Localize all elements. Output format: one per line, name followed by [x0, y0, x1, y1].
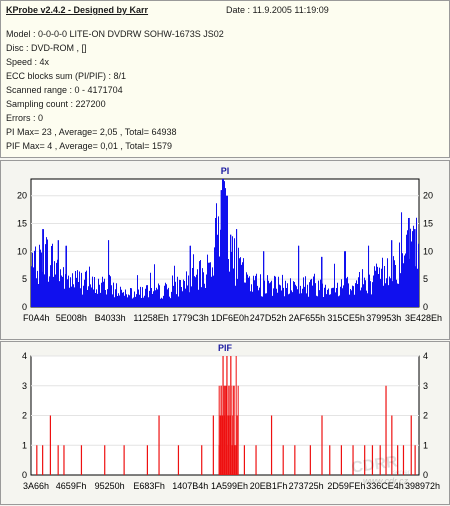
info-model: Model : 0-0-0-0 LITE-ON DVDRW SOHW-1673S… [6, 29, 224, 39]
pi-xtick-label: 11258Eh [133, 313, 168, 323]
pif-ytick-right: 1 [423, 440, 428, 450]
pi-xtick-label: 1779C3h [172, 313, 209, 323]
pif-ytick-left: 3 [22, 381, 27, 391]
info-errors: Errors : 0 [6, 113, 44, 123]
pi-ytick-left: 20 [17, 191, 27, 201]
pi-xtick-label: 379953h [366, 313, 401, 323]
pi-ytick-right: 20 [423, 191, 433, 201]
pif-chart: PIF 0 0 1 1 2 2 3 3 4 4 3A66h 4659Fh 95250h E683Fh 1407… [22, 343, 440, 491]
pif-ytick-right: 2 [423, 411, 428, 421]
pif-ytick-right: 4 [423, 351, 428, 361]
watermark-url: www.cdr.cz [363, 476, 409, 486]
pif-xtick-label: 1A599Eh [211, 481, 248, 491]
info-speed: Speed : 4x [6, 57, 50, 67]
pi-xtick-label: 247D52h [250, 313, 287, 323]
pi-ytick-left: 0 [22, 302, 27, 312]
pi-xtick-label: 5E008h [56, 313, 87, 323]
pif-xtick-label: 20EB1Fh [250, 481, 288, 491]
pi-ytick-right: 5 [423, 274, 428, 284]
pif-ytick-right: 0 [423, 470, 428, 480]
pi-ytick-left: 10 [17, 246, 27, 256]
pi-ytick-right: 15 [423, 219, 433, 229]
pi-ytick-left: 5 [22, 274, 27, 284]
pi-ytick-right: 10 [423, 246, 433, 256]
pif-xtick-label: 95250h [95, 481, 125, 491]
pif-ytick-left: 2 [22, 411, 27, 421]
pi-xtick-label: 2AF655h [289, 313, 326, 323]
pi-xtick-label: 3E428Eh [405, 313, 442, 323]
info-pi-stats: PI Max= 23 , Average= 2,05 , Total= 6493… [6, 127, 177, 137]
pif-ytick-left: 4 [22, 351, 27, 361]
pif-xtick-label: E683Fh [133, 481, 165, 491]
info-ecc-blocks: ECC blocks sum (PI/PIF) : 8/1 [6, 71, 127, 81]
pif-xtick-label: 398972h [405, 481, 440, 491]
scan-date: Date : 11.9.2005 11:19:09 [226, 5, 329, 15]
pif-xtick-label: 2D59FEh [327, 481, 365, 491]
pif-xtick-label: 1407B4h [172, 481, 208, 491]
info-sampling-count: Sampling count : 227200 [6, 99, 106, 109]
pif-xtick-label: 273725h [289, 481, 324, 491]
pi-xtick-label: 315CE5h [327, 313, 365, 323]
pif-xtick-label: 3A66h [23, 481, 49, 491]
pif-ytick-left: 1 [22, 440, 27, 450]
pi-xtick-label: B4033h [95, 313, 126, 323]
pi-xtick-label: 1DF6E0h [211, 313, 249, 323]
pif-ytick-left: 0 [22, 470, 27, 480]
pif-ytick-right: 3 [423, 381, 428, 391]
pi-ytick-right: 0 [423, 302, 428, 312]
pi-chart-panel: PI 0 0 5 5 10 10 15 15 20 20 F0A4h 5E008h B4033h 11258… [0, 160, 450, 340]
app-title: KProbe v2.4.2 - Designed by Karr [6, 5, 149, 15]
pif-chart-title: PIF [218, 343, 233, 353]
info-pif-stats: PIF Max= 4 , Average= 0,01 , Total= 1579 [6, 141, 173, 151]
info-scanned-range: Scanned range : 0 - 4171704 [6, 85, 123, 95]
pi-chart-title: PI [221, 166, 230, 176]
pif-chart-panel: PIF 0 0 1 1 2 2 3 3 4 4 3A66h 4659Fh 95250h E683Fh 1407… [0, 341, 450, 505]
pi-chart: PI 0 0 5 5 10 10 15 15 20 20 F0A4h 5E008h B4033h 11258… [17, 166, 442, 323]
info-panel: KProbe v2.4.2 - Designed by Karr Date : … [0, 0, 450, 158]
info-disc: Disc : DVD-ROM , [] [6, 43, 87, 53]
pif-xtick-label: 4659Fh [56, 481, 87, 491]
pi-xtick-label: F0A4h [23, 313, 50, 323]
pi-ytick-left: 15 [17, 219, 27, 229]
